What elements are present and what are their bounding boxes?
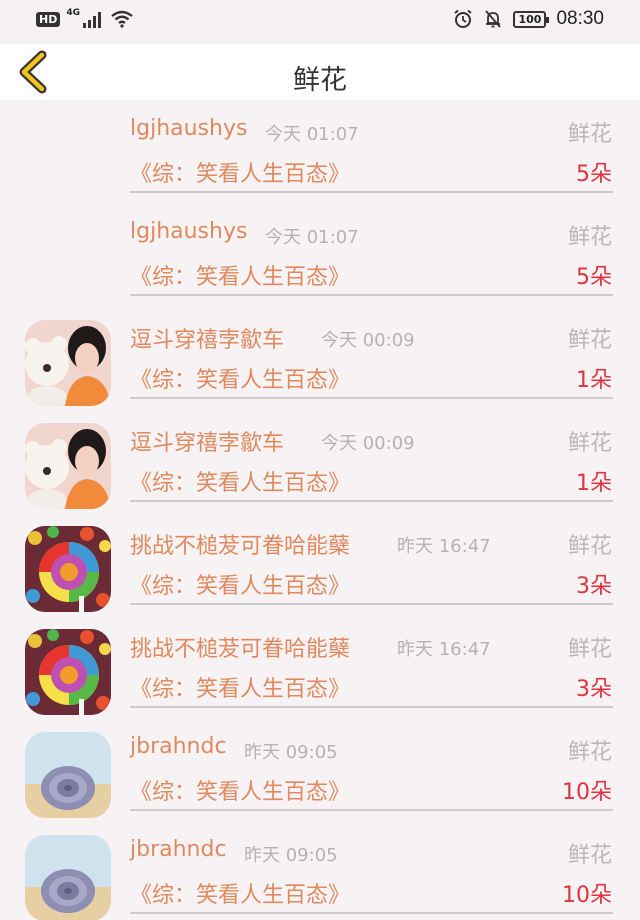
divider xyxy=(130,397,613,399)
list-item[interactable]: 挑战不槌茇可眷哈能蘖 昨天 16:47 鲜花 《综：笑看人生百态》 3朵 xyxy=(0,615,640,718)
avatar[interactable] xyxy=(25,423,111,509)
divider xyxy=(130,603,613,605)
flower-record-list: lgjhaushys 今天 01:07 鲜花 《综：笑看人生百态》 5朵 lgj… xyxy=(0,100,640,920)
book-title[interactable]: 《综：笑看人生百态》 xyxy=(130,877,350,909)
avatar[interactable] xyxy=(25,835,111,920)
flower-count: 10朵 xyxy=(562,883,612,908)
book-title[interactable]: 《综：笑看人生百态》 xyxy=(130,774,350,806)
list-item[interactable]: jbrahndc 昨天 09:05 鲜花 《综：笑看人生百态》 10朵 xyxy=(0,821,640,920)
divider xyxy=(130,912,613,914)
battery-icon: 100 xyxy=(513,10,550,28)
status-bar: HD 4G 100 08:30 xyxy=(0,0,640,44)
book-title[interactable]: 《综：笑看人生百态》 xyxy=(130,465,350,497)
flower-count: 5朵 xyxy=(576,162,612,187)
mute-bell-icon xyxy=(485,10,502,28)
book-title[interactable]: 《综：笑看人生百态》 xyxy=(130,362,350,394)
header: 鲜花 xyxy=(0,44,640,100)
flower-count: 3朵 xyxy=(576,677,612,702)
gift-type: 鲜花 xyxy=(567,328,612,353)
flower-count: 5朵 xyxy=(576,265,612,290)
book-title[interactable]: 《综：笑看人生百态》 xyxy=(130,156,350,188)
hd-badge: HD xyxy=(36,11,61,27)
item-time: 今天 00:09 xyxy=(321,330,415,351)
girl-with-bear-avatar xyxy=(25,423,111,509)
girl-with-bear-avatar xyxy=(25,320,111,406)
user-name[interactable]: 挑战不槌茇可眷哈能蘖 xyxy=(130,631,350,663)
status-right: 100 08:30 xyxy=(453,8,604,30)
list-item[interactable]: lgjhaushys 今天 01:07 鲜花 《综：笑看人生百态》 5朵 xyxy=(0,203,640,306)
book-title[interactable]: 《综：笑看人生百态》 xyxy=(130,568,350,600)
network-type: 4G xyxy=(66,8,80,18)
divider xyxy=(130,294,613,296)
gift-type: 鲜花 xyxy=(567,225,612,250)
user-name[interactable]: 挑战不槌茇可眷哈能蘖 xyxy=(130,528,350,560)
flower-count: 1朵 xyxy=(576,471,612,496)
list-item[interactable]: 挑战不槌茇可眷哈能蘖 昨天 16:47 鲜花 《综：笑看人生百态》 3朵 xyxy=(0,512,640,615)
gift-type: 鲜花 xyxy=(567,431,612,456)
avatar[interactable] xyxy=(25,320,111,406)
lollipop-avatar xyxy=(25,526,111,612)
gift-type: 鲜花 xyxy=(567,122,612,147)
seashell-avatar xyxy=(25,835,111,920)
book-title[interactable]: 《综：笑看人生百态》 xyxy=(130,671,350,703)
list-item[interactable]: 逗斗穿禧孛歙车 今天 00:09 鲜花 《综：笑看人生百态》 1朵 xyxy=(0,409,640,512)
divider xyxy=(130,706,613,708)
avatar[interactable] xyxy=(25,732,111,818)
user-name[interactable]: 逗斗穿禧孛歙车 xyxy=(130,322,284,354)
lollipop-avatar xyxy=(25,629,111,715)
flower-count: 1朵 xyxy=(576,368,612,393)
avatar[interactable] xyxy=(25,629,111,715)
item-time: 昨天 16:47 xyxy=(397,536,491,557)
wifi-icon xyxy=(111,10,133,28)
item-time: 今天 01:07 xyxy=(265,124,359,145)
item-time: 昨天 09:05 xyxy=(244,845,338,866)
clock-time: 08:30 xyxy=(556,8,604,29)
list-item[interactable]: 逗斗穿禧孛歙车 今天 00:09 鲜花 《综：笑看人生百态》 1朵 xyxy=(0,306,640,409)
gift-type: 鲜花 xyxy=(567,740,612,765)
flower-count: 10朵 xyxy=(562,780,612,805)
list-item[interactable]: lgjhaushys 今天 01:07 鲜花 《综：笑看人生百态》 5朵 xyxy=(0,100,640,203)
divider xyxy=(130,500,613,502)
flower-count: 3朵 xyxy=(576,574,612,599)
gift-type: 鲜花 xyxy=(567,843,612,868)
book-title[interactable]: 《综：笑看人生百态》 xyxy=(130,259,350,291)
user-name[interactable]: jbrahndc xyxy=(130,734,227,759)
signal-icon xyxy=(83,12,101,28)
user-name[interactable]: jbrahndc xyxy=(130,837,227,862)
item-time: 昨天 09:05 xyxy=(244,742,338,763)
divider xyxy=(130,191,613,193)
gift-type: 鲜花 xyxy=(567,534,612,559)
alarm-icon xyxy=(454,9,473,28)
page-title: 鲜花 xyxy=(293,65,347,96)
list-item[interactable]: jbrahndc 昨天 09:05 鲜花 《综：笑看人生百态》 10朵 xyxy=(0,718,640,821)
item-time: 今天 00:09 xyxy=(321,433,415,454)
user-name[interactable]: 逗斗穿禧孛歙车 xyxy=(130,425,284,457)
gift-type: 鲜花 xyxy=(567,637,612,662)
avatar[interactable] xyxy=(25,526,111,612)
status-left: HD 4G xyxy=(36,8,134,28)
seashell-avatar xyxy=(25,732,111,818)
divider xyxy=(130,809,613,811)
user-name[interactable]: lgjhaushys xyxy=(130,219,247,244)
user-name[interactable]: lgjhaushys xyxy=(130,116,247,141)
item-time: 今天 01:07 xyxy=(265,227,359,248)
item-time: 昨天 16:47 xyxy=(397,639,491,660)
